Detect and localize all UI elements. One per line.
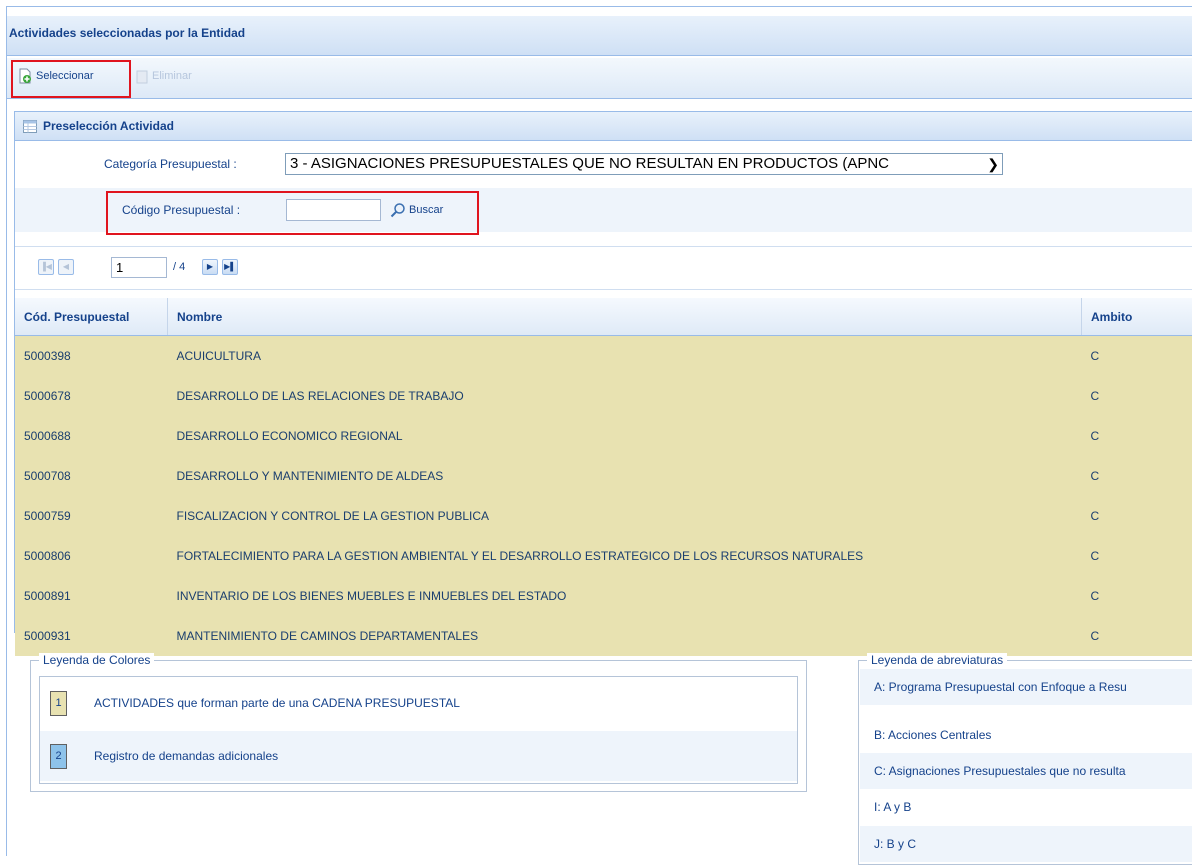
total-pages: / 4 (173, 261, 185, 273)
legend-swatch: 2 (50, 744, 67, 769)
table-row[interactable]: 5000891 INVENTARIO DE LOS BIENES MUEBLES… (15, 576, 1192, 616)
row-scope: C (1082, 496, 1192, 536)
toolbar: Seleccionar Eliminar (7, 58, 1192, 99)
panel-title: Preselección Actividad (43, 119, 174, 133)
first-page-button[interactable]: ▐◀ (38, 259, 54, 275)
row-scope: C (1082, 456, 1192, 496)
delete-icon (135, 68, 149, 84)
legend-item-demand: 2 Registro de demandas adicionales (40, 731, 797, 781)
row-code: 5000806 (15, 536, 168, 576)
row-code: 5000931 (15, 616, 168, 656)
preselection-panel: Preselección Actividad Categoría Presupu… (14, 111, 1192, 633)
column-header-scope[interactable]: Ambito (1082, 298, 1192, 336)
column-header-name[interactable]: Nombre (168, 298, 1082, 336)
row-code: 5000688 (15, 416, 168, 456)
abbreviation-legend-title: Leyenda de abreviaturas (867, 653, 1007, 667)
row-code: 5000891 (15, 576, 168, 616)
table-header-row: Cód. Presupuestal Nombre Ambito (15, 298, 1192, 336)
prev-page-button[interactable]: ◀ (58, 259, 74, 275)
row-name: DESARROLLO DE LAS RELACIONES DE TRABAJO (168, 376, 1082, 416)
row-scope: C (1082, 616, 1192, 656)
table-row[interactable]: 5000708 DESARROLLO Y MANTENIMIENTO DE AL… (15, 456, 1192, 496)
row-name: FISCALIZACION Y CONTROL DE LA GESTION PU… (168, 496, 1082, 536)
abbreviation-item: I: A y B (860, 789, 1192, 825)
row-name: ACUICULTURA (168, 336, 1082, 376)
delete-button[interactable]: Eliminar (135, 64, 192, 88)
category-select-value: 3 - ASIGNACIONES PRESUPUESTALES QUE NO R… (290, 155, 889, 172)
table-row[interactable]: 5000688 DESARROLLO ECONOMICO REGIONAL C (15, 416, 1192, 456)
row-code: 5000678 (15, 376, 168, 416)
page-input[interactable]: 1 (111, 257, 167, 278)
pager: ▐◀ ◀ 1 / 4 ▶ ▶▌ (15, 246, 1192, 290)
chevron-down-icon: ❯ (987, 154, 999, 174)
delete-button-label: Eliminar (152, 70, 192, 82)
row-code: 5000398 (15, 336, 168, 376)
table-row[interactable]: 5000806 FORTALECIMIENTO PARA LA GESTION … (15, 536, 1192, 576)
color-legend-title: Leyenda de Colores (39, 653, 154, 667)
abbreviation-legend: Leyenda de abreviaturas A: Programa Pres… (858, 660, 1192, 865)
abbreviation-item: A: Programa Presupuestal con Enfoque a R… (860, 669, 1192, 705)
abbreviation-item: J: B y C (860, 826, 1192, 862)
legend-label: ACTIVIDADES que forman parte de una CADE… (94, 696, 460, 710)
row-name: DESARROLLO Y MANTENIMIENTO DE ALDEAS (168, 456, 1082, 496)
legend-swatch: 1 (50, 691, 67, 716)
highlight-select-button (11, 60, 131, 98)
window-title: Actividades seleccionadas por la Entidad (7, 16, 1192, 56)
table-row[interactable]: 5000759 FISCALIZACION Y CONTROL DE LA GE… (15, 496, 1192, 536)
color-legend: Leyenda de Colores 1 ACTIVIDADES que for… (30, 660, 807, 792)
activities-table: Cód. Presupuestal Nombre Ambito 5000398 … (15, 298, 1192, 656)
next-page-button[interactable]: ▶ (202, 259, 218, 275)
panel-header: Preselección Actividad (15, 112, 1192, 141)
abbreviation-item: B: Acciones Centrales (860, 717, 1192, 753)
legend-item-chain: 1 ACTIVIDADES que forman parte de una CA… (40, 677, 797, 729)
color-legend-inner: 1 ACTIVIDADES que forman parte de una CA… (39, 676, 798, 784)
legend-label: Registro de demandas adicionales (94, 749, 278, 763)
highlight-code-search (106, 191, 479, 235)
abbreviation-item: C: Asignaciones Presupuestales que no re… (860, 753, 1192, 789)
row-scope: C (1082, 336, 1192, 376)
row-code: 5000759 (15, 496, 168, 536)
table-row[interactable]: 5000931 MANTENIMIENTO DE CAMINOS DEPARTA… (15, 616, 1192, 656)
table-row[interactable]: 5000398 ACUICULTURA C (15, 336, 1192, 376)
row-name: FORTALECIMIENTO PARA LA GESTION AMBIENTA… (168, 536, 1082, 576)
table-row[interactable]: 5000678 DESARROLLO DE LAS RELACIONES DE … (15, 376, 1192, 416)
grid-icon (23, 120, 37, 133)
row-code: 5000708 (15, 456, 168, 496)
row-scope: C (1082, 536, 1192, 576)
last-page-button[interactable]: ▶▌ (222, 259, 238, 275)
row-name: MANTENIMIENTO DE CAMINOS DEPARTAMENTALES (168, 616, 1082, 656)
column-header-code[interactable]: Cód. Presupuestal (15, 298, 168, 336)
row-name: INVENTARIO DE LOS BIENES MUEBLES E INMUE… (168, 576, 1082, 616)
row-scope: C (1082, 576, 1192, 616)
category-select[interactable]: 3 - ASIGNACIONES PRESUPUESTALES QUE NO R… (285, 153, 1003, 175)
row-name: DESARROLLO ECONOMICO REGIONAL (168, 416, 1082, 456)
row-scope: C (1082, 416, 1192, 456)
category-row: Categoría Presupuestal : 3 - ASIGNACIONE… (15, 144, 1192, 186)
row-scope: C (1082, 376, 1192, 416)
category-label: Categoría Presupuestal : (104, 157, 237, 171)
